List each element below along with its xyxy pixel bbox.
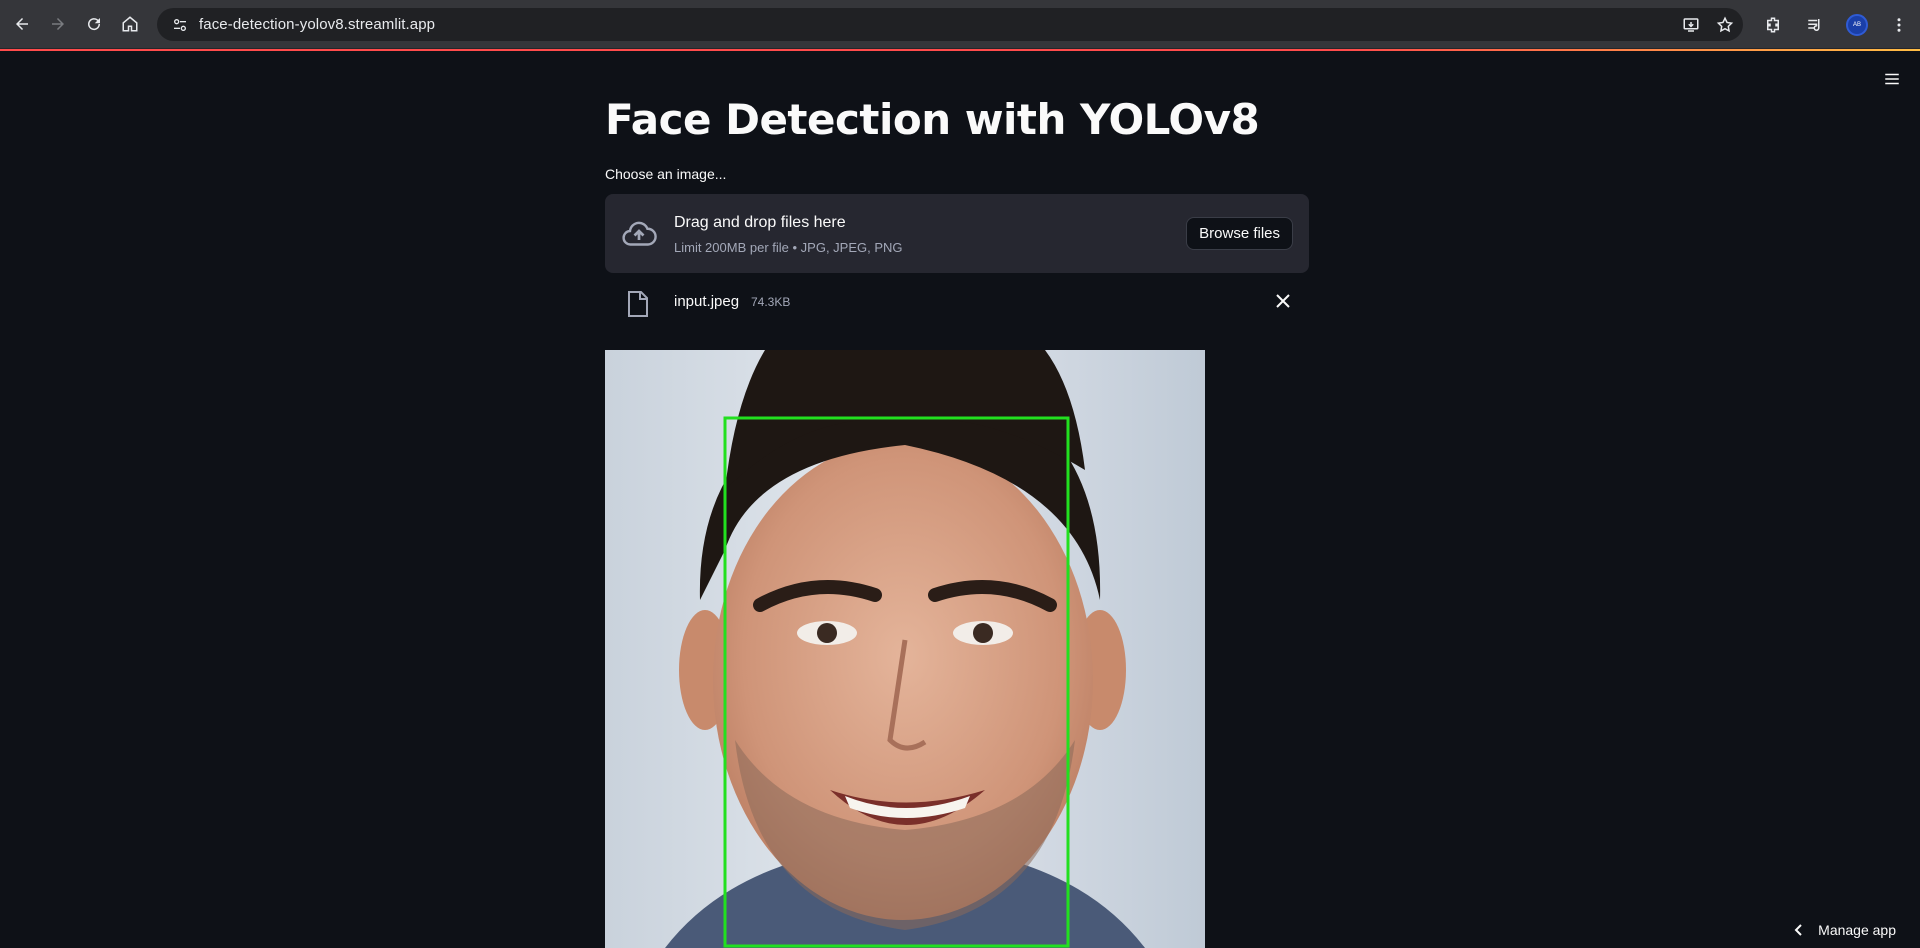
url-text[interactable]: face-detection-yolov8.streamlit.app bbox=[199, 16, 435, 33]
bookmark-star-icon[interactable] bbox=[1715, 15, 1735, 35]
back-button[interactable] bbox=[4, 6, 40, 42]
cloud-upload-icon bbox=[622, 221, 657, 246]
file-size: 74.3KB bbox=[751, 295, 791, 309]
chevron-left-icon bbox=[1794, 924, 1802, 936]
file-dropzone[interactable]: Drag and drop files here Limit 200MB per… bbox=[605, 194, 1309, 273]
remove-file-button[interactable] bbox=[1273, 291, 1293, 311]
browser-toolbar: face-detection-yolov8.streamlit.app AB bbox=[0, 0, 1920, 49]
main-menu-button[interactable] bbox=[1878, 65, 1906, 93]
file-icon bbox=[628, 291, 648, 317]
reload-button[interactable] bbox=[76, 6, 112, 42]
browse-files-button[interactable]: Browse files bbox=[1186, 217, 1293, 250]
detection-result-image bbox=[605, 350, 1205, 948]
hamburger-icon bbox=[1885, 73, 1899, 85]
file-name: input.jpeg bbox=[674, 293, 740, 310]
profile-avatar[interactable]: AB bbox=[1836, 7, 1878, 43]
manage-app-label: Manage app bbox=[1818, 922, 1896, 938]
dropzone-title: Drag and drop files here bbox=[674, 214, 846, 231]
face-photo bbox=[665, 350, 1145, 948]
dropzone-limits: Limit 200MB per file • JPG, JPEG, PNG bbox=[674, 240, 903, 255]
uploaded-file-item: input.jpeg 74.3KB bbox=[605, 279, 1309, 327]
reload-icon bbox=[88, 18, 101, 31]
home-button[interactable] bbox=[112, 6, 148, 42]
site-settings-icon[interactable] bbox=[163, 8, 197, 41]
browser-menu-icon[interactable] bbox=[1878, 7, 1920, 43]
page-title: Face Detection with YOLOv8 bbox=[605, 95, 1260, 144]
arrow-right-icon bbox=[52, 18, 64, 30]
extensions-icon[interactable] bbox=[1752, 7, 1794, 43]
uploader-label: Choose an image... bbox=[605, 166, 727, 182]
app-container: Face Detection with YOLOv8 Choose an ima… bbox=[0, 51, 1920, 948]
media-controls-icon[interactable] bbox=[1794, 7, 1836, 43]
arrow-left-icon bbox=[16, 18, 28, 30]
forward-button[interactable] bbox=[40, 6, 76, 42]
install-app-icon[interactable] bbox=[1681, 15, 1701, 35]
close-icon bbox=[1276, 294, 1290, 308]
home-icon bbox=[122, 16, 138, 32]
manage-app-button[interactable]: Manage app bbox=[1792, 922, 1896, 938]
address-bar[interactable]: face-detection-yolov8.streamlit.app bbox=[157, 8, 1743, 41]
